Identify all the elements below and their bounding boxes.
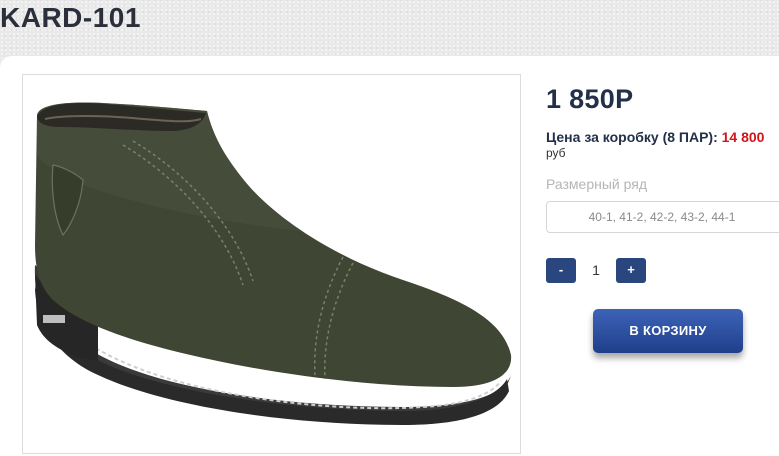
size-range-select[interactable]: 40-1, 41-2, 42-2, 43-2, 44-1	[546, 201, 779, 233]
quantity-input[interactable]: 1	[580, 258, 612, 283]
size-range-label: Размерный ряд	[546, 176, 648, 192]
page-title: KARD-101	[0, 2, 141, 33]
box-price-currency: руб	[546, 146, 566, 160]
box-price-label: Цена за коробку (8 ПАР):	[546, 129, 722, 145]
add-to-cart-button[interactable]: В КОРЗИНУ	[593, 309, 743, 353]
quantity-increase-button[interactable]: +	[616, 258, 646, 283]
product-price: 1 850P	[546, 84, 634, 114]
product-image	[34, 102, 512, 425]
box-price: Цена за коробку (8 ПАР): 14 800	[546, 129, 779, 146]
quantity-decrease-button[interactable]: -	[546, 258, 576, 283]
box-price-value: 14 800	[721, 129, 765, 145]
product-image-frame[interactable]	[22, 74, 521, 454]
